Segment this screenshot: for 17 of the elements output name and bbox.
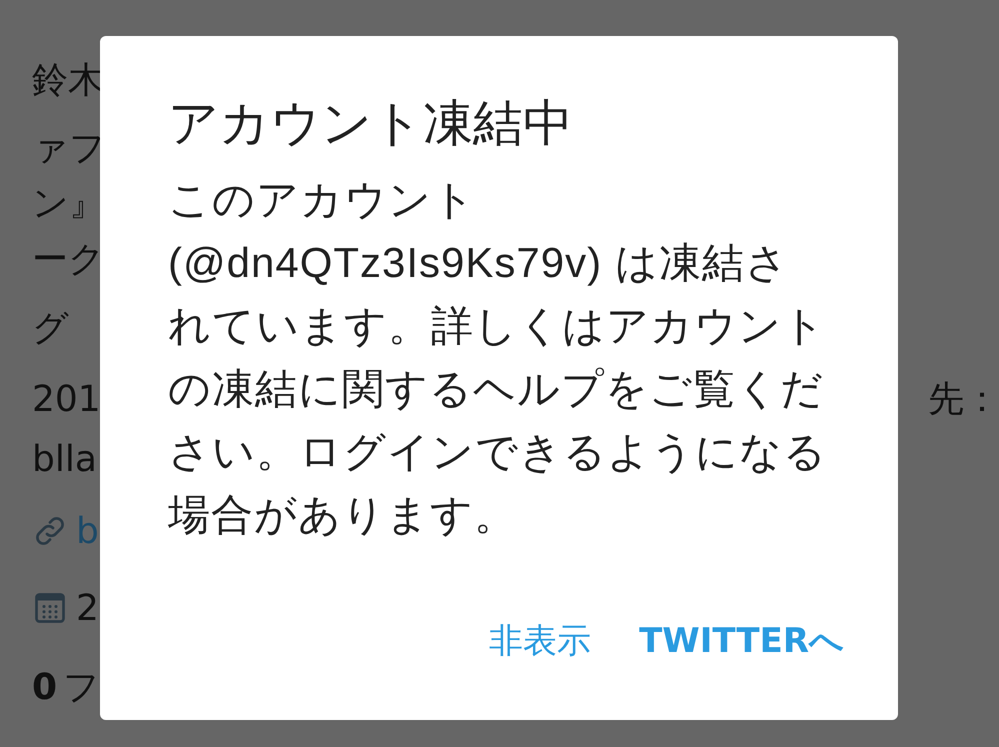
- profile-text: 鈴木: [32, 58, 104, 102]
- dialog-title: アカウント凍結中: [168, 93, 574, 154]
- follow-count: 0: [32, 666, 58, 708]
- profile-text: フ: [63, 666, 100, 710]
- profile-text: 201: [32, 378, 101, 420]
- profile-link[interactable]: b: [76, 510, 99, 552]
- hide-button[interactable]: 非表示: [485, 610, 596, 672]
- profile-text: ァフ: [32, 126, 106, 170]
- twitter-button[interactable]: TWITTERへ: [635, 610, 848, 672]
- profile-text: blla: [32, 438, 97, 480]
- profile-text: グ: [32, 306, 69, 350]
- profile-text: ン』: [32, 182, 105, 226]
- profile-text: 2: [76, 588, 99, 628]
- profile-text: 先：: [928, 378, 999, 422]
- calendar-icon: [32, 590, 68, 626]
- profile-text: ーク: [32, 238, 105, 282]
- dialog-message: このアカウント (@dn4QTz3Is9Ks79v) は凍結されています。詳しくはアカウントの凍結に関するヘルプをご覧ください。ログインできるようになる場合があります。: [168, 175, 828, 540]
